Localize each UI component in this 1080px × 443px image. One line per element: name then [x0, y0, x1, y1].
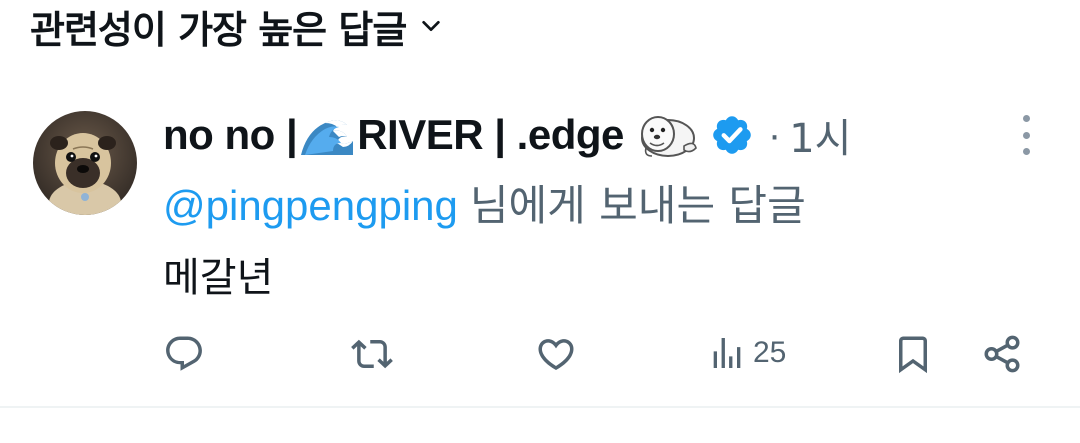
replying-to-line: @pingpengping 님에게 보내는 답글 — [163, 172, 806, 233]
author-name-part2[interactable]: RIVER | .edge — [357, 111, 624, 159]
verified-badge-icon[interactable] — [710, 113, 754, 157]
views-icon — [713, 338, 741, 368]
share-icon — [984, 335, 1020, 373]
tweet-actions-bar: 25 — [163, 325, 1033, 385]
tweet-divider — [0, 406, 1080, 408]
bookmark-button[interactable] — [892, 333, 934, 375]
chevron-down-icon — [420, 15, 442, 37]
tweet-time[interactable]: 1시 — [789, 106, 851, 164]
reply-icon — [166, 336, 202, 371]
like-button[interactable] — [535, 333, 577, 375]
tweet-text: 메갈년 — [163, 255, 274, 301]
share-button[interactable] — [981, 333, 1023, 375]
avatar[interactable] — [33, 111, 137, 215]
views-count: 25 — [753, 336, 787, 369]
separator-dot: · — [767, 112, 782, 157]
bookmark-icon — [899, 336, 927, 374]
views-button[interactable]: 25 — [707, 333, 786, 373]
tweet-header: no no | RIVER | .edge · 1시 — [163, 105, 851, 165]
heart-icon — [538, 339, 574, 371]
reply-tweet[interactable]: no no | RIVER | .edge · 1시 @pingpengping… — [0, 85, 1080, 407]
author-name-part1[interactable]: no no | — [163, 111, 298, 159]
replies-sort-dropdown[interactable]: 관련성이 가장 높은 답글 — [30, 0, 442, 52]
water-wave-emoji-icon — [299, 111, 355, 159]
retweet-icon — [351, 339, 393, 369]
reply-to-handle-link[interactable]: @pingpengping — [163, 182, 458, 229]
more-options-icon[interactable] — [1016, 115, 1036, 155]
replies-sort-label: 관련성이 가장 높은 답글 — [30, 7, 407, 52]
retweet-button[interactable] — [351, 333, 393, 375]
seal-emoji-icon — [636, 110, 698, 160]
reply-to-suffix: 님에게 보내는 답글 — [469, 181, 806, 230]
reply-button[interactable] — [163, 333, 205, 375]
